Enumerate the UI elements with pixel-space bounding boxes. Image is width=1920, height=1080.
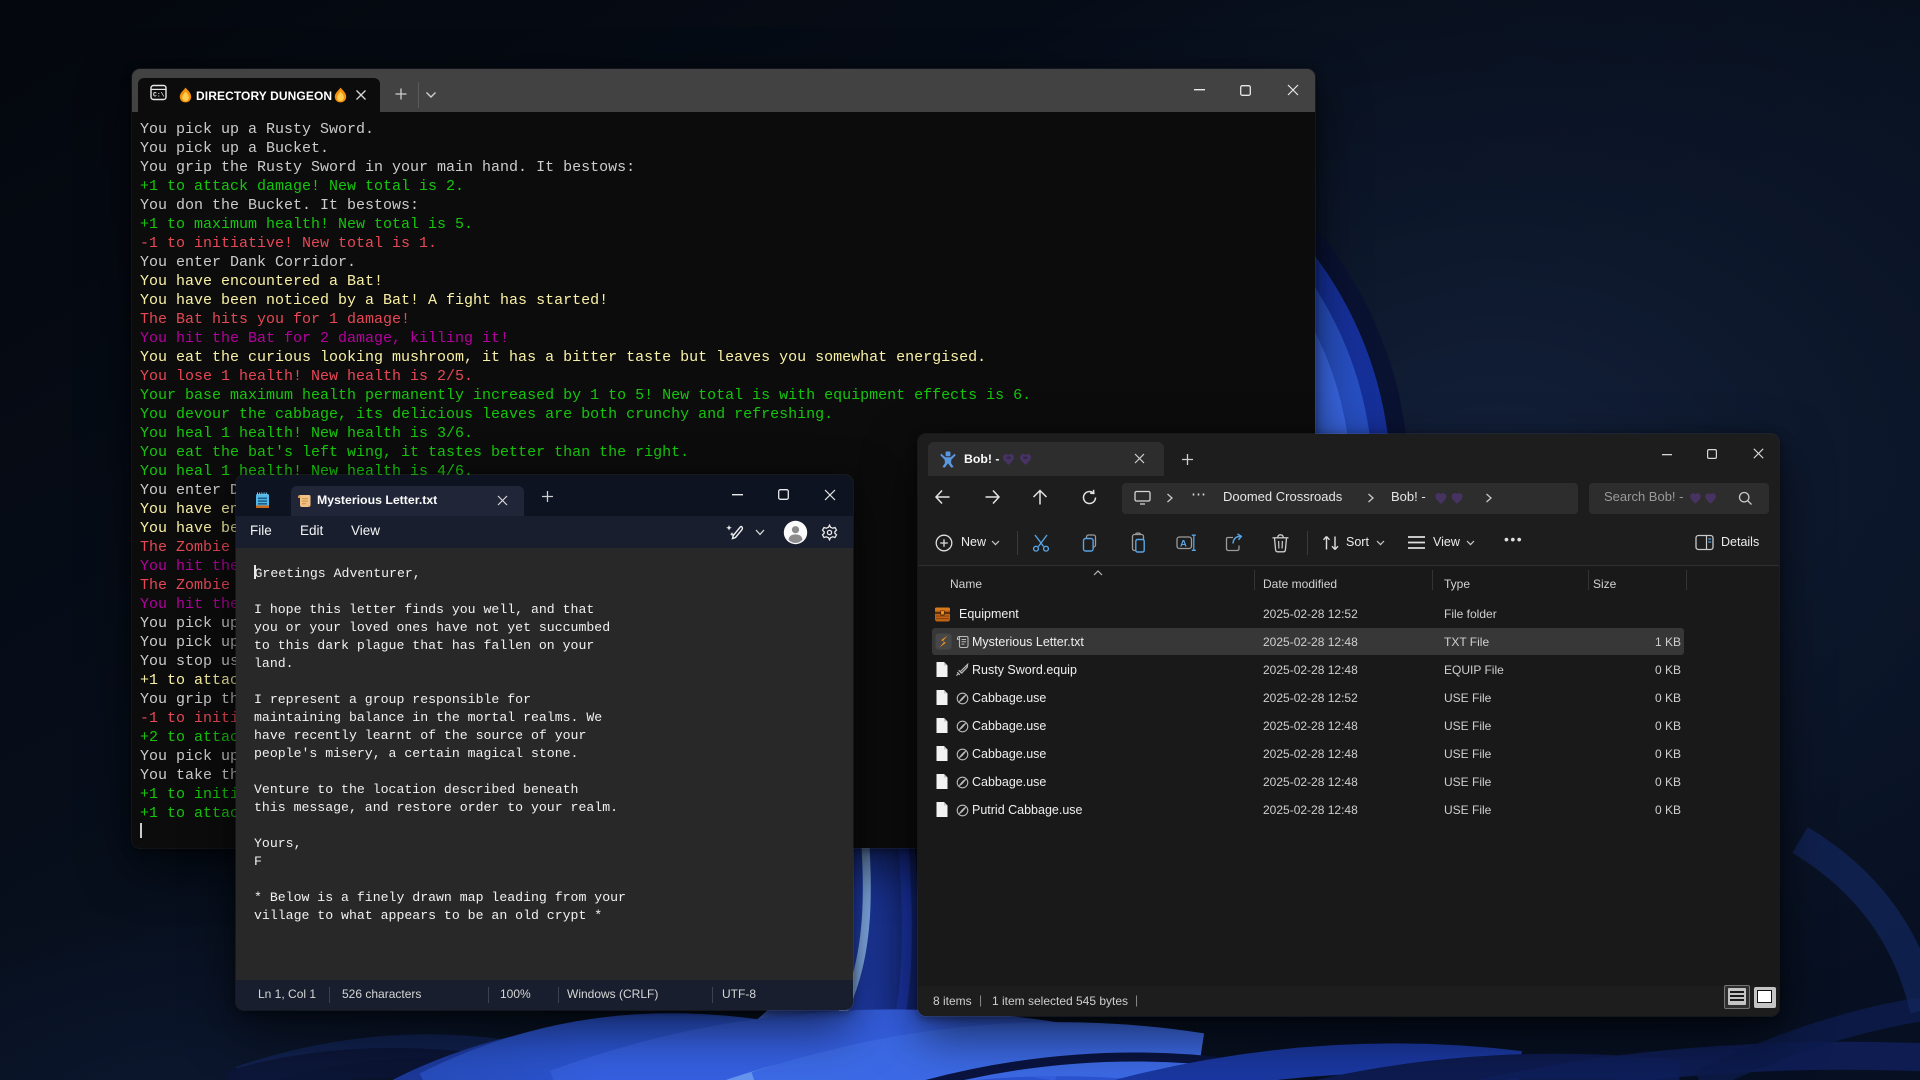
svg-text:C:\: C:\ xyxy=(153,92,165,99)
svg-text:A: A xyxy=(1180,538,1187,549)
